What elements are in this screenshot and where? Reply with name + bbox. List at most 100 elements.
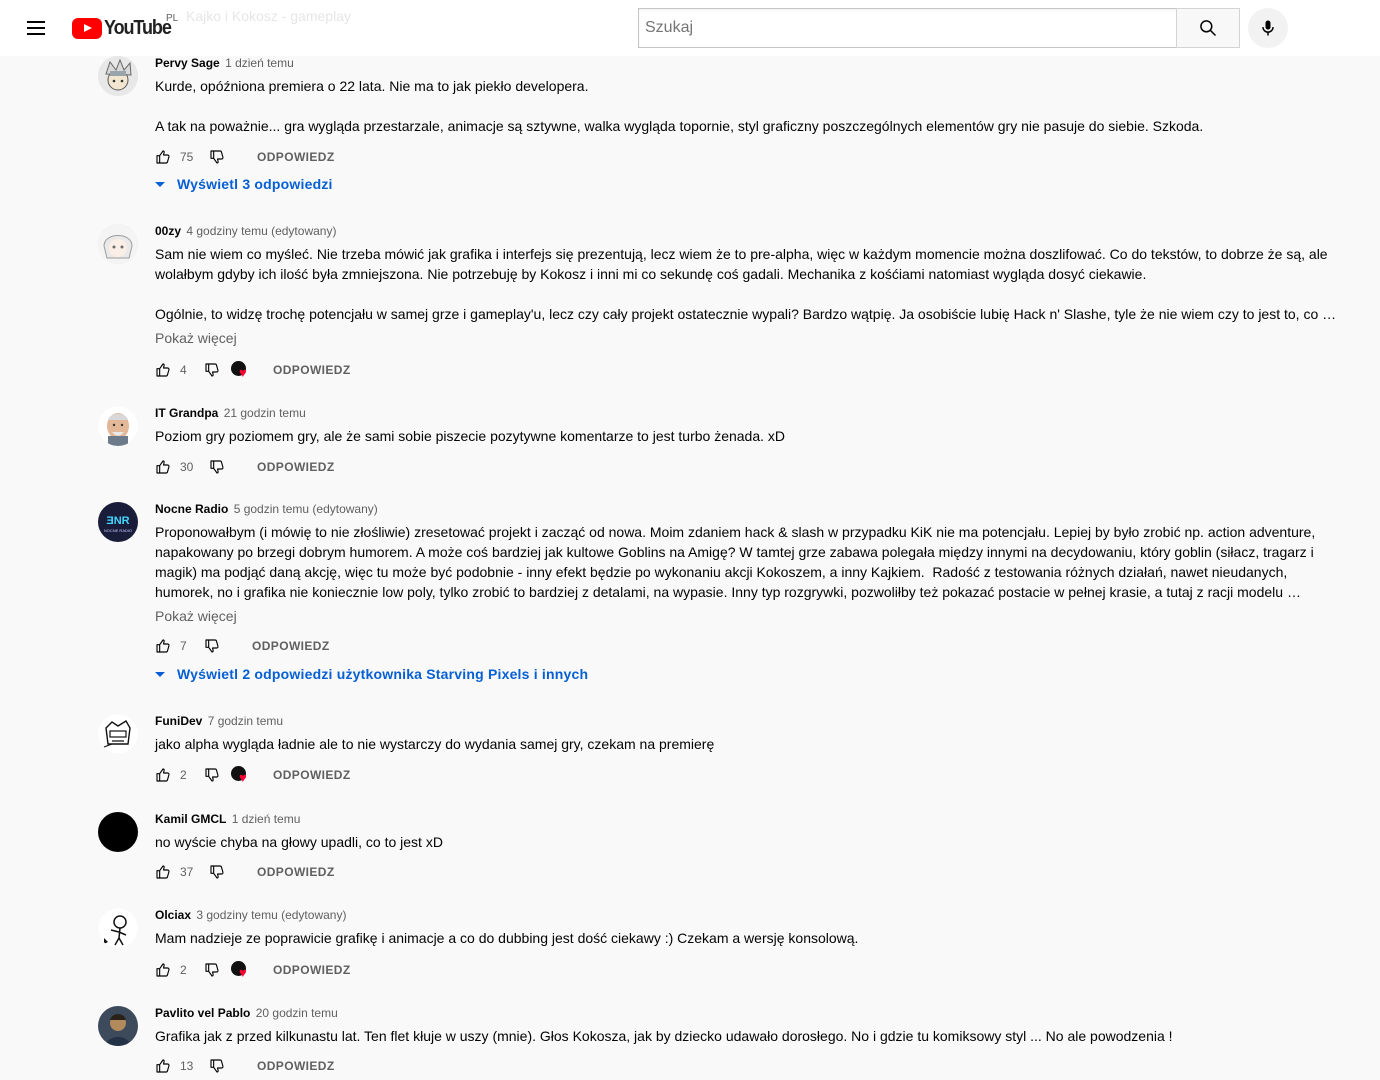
comment-body: Nocne Radio 5 godzin temu (edytowany) Pr…: [155, 502, 1343, 626]
comment-text: Proponowałbym (i mówię to nie złośliwie)…: [155, 524, 1316, 600]
dislike-icon[interactable]: [204, 638, 220, 654]
creator-heart-icon: ♥: [231, 360, 253, 380]
comment-actions: 4 ♥ ODPOWIEDZ: [155, 358, 351, 382]
avatar[interactable]: [98, 56, 138, 96]
microphone-icon: [1262, 20, 1274, 36]
comment-author[interactable]: FuniDev: [155, 714, 202, 728]
like-icon[interactable]: [155, 864, 171, 880]
reply-button[interactable]: ODPOWIEDZ: [252, 639, 330, 653]
avatar[interactable]: [98, 812, 138, 852]
like-icon[interactable]: [155, 638, 171, 654]
comment-author[interactable]: Pavlito vel Pablo: [155, 1006, 250, 1020]
view-replies-label: Wyświetl 2 odpowiedzi użytkownika Starvi…: [177, 666, 589, 682]
hamburger-menu-icon[interactable]: [24, 16, 48, 40]
reply-button[interactable]: ODPOWIEDZ: [257, 1059, 335, 1073]
youtube-logo[interactable]: YouTube: [72, 17, 178, 39]
avatar[interactable]: [98, 406, 138, 446]
comment-author[interactable]: Kamil GMCL: [155, 812, 226, 826]
like-count: 13: [180, 1059, 194, 1073]
like-count: 2: [180, 963, 187, 977]
comment-time[interactable]: 4 godziny temu (edytowany): [186, 224, 336, 238]
like-icon[interactable]: [155, 459, 171, 475]
dislike-icon[interactable]: [209, 459, 225, 475]
comment-time[interactable]: 20 godzin temu: [256, 1006, 338, 1020]
like-count: 4: [180, 363, 187, 377]
comment-time[interactable]: 3 godziny temu (edytowany): [196, 908, 346, 922]
like-icon[interactable]: [155, 962, 171, 978]
search-button[interactable]: [1176, 8, 1240, 48]
reply-button[interactable]: ODPOWIEDZ: [273, 963, 351, 977]
creator-heart-icon: ♥: [231, 765, 253, 785]
like-icon[interactable]: [155, 149, 171, 165]
caret-down-icon: [155, 671, 165, 677]
comment-header: Kamil GMCL 1 dzień temu: [155, 812, 1343, 826]
comment-text: Grafika jak z przed kilkunastu lat. Ten …: [155, 1028, 1173, 1044]
search-icon: [1200, 20, 1217, 37]
dislike-icon[interactable]: [209, 864, 225, 880]
comment-text: Mam nadzieje ze poprawicie grafikę i ani…: [155, 930, 859, 946]
comment-time[interactable]: 1 dzień temu: [225, 56, 294, 70]
comment-text: Poziom gry poziomem gry, ale że sami sob…: [155, 428, 786, 444]
comment-text: Kurde, opóźniona premiera o 22 lata. Nie…: [155, 78, 1204, 134]
like-icon[interactable]: [155, 1058, 171, 1074]
comment-actions: 7 ODPOWIEDZ: [155, 634, 330, 658]
comment-time[interactable]: 21 godzin temu: [224, 406, 306, 420]
comment-time[interactable]: 1 dzień temu: [232, 812, 301, 826]
reply-button[interactable]: ODPOWIEDZ: [257, 865, 335, 879]
like-icon[interactable]: [155, 767, 171, 783]
comment-header: 00zy 4 godziny temu (edytowany): [155, 224, 1343, 238]
avatar[interactable]: [98, 1006, 138, 1046]
comment-author[interactable]: IT Grandpa: [155, 406, 218, 420]
comment-header: Nocne Radio 5 godzin temu (edytowany): [155, 502, 1343, 516]
dislike-icon[interactable]: [209, 1058, 225, 1074]
like-count: 2: [180, 768, 187, 782]
comment-actions: 13 ODPOWIEDZ: [155, 1054, 335, 1078]
comment-time[interactable]: 5 godzin temu (edytowany): [234, 502, 378, 516]
search-box[interactable]: [638, 8, 1177, 48]
comment-body: Kamil GMCL 1 dzień temu no wyście chyba …: [155, 812, 1343, 852]
comment-author[interactable]: Pervy Sage: [155, 56, 220, 70]
avatar[interactable]: [98, 908, 138, 948]
reply-button[interactable]: ODPOWIEDZ: [257, 460, 335, 474]
comment-body: Pavlito vel Pablo 20 godzin temu Grafika…: [155, 1006, 1343, 1046]
comment-author[interactable]: Olciax: [155, 908, 191, 922]
avatar[interactable]: ƎNR NOCNE RADIO: [98, 502, 138, 542]
masthead: YouTube PL Kajko i Kokosz - gameplay: [0, 0, 1380, 56]
like-count: 30: [180, 460, 194, 474]
voice-search-button[interactable]: [1248, 8, 1288, 48]
video-title-ghost: Kajko i Kokosz - gameplay: [186, 8, 351, 24]
reply-button[interactable]: ODPOWIEDZ: [273, 363, 351, 377]
dislike-icon[interactable]: [204, 362, 220, 378]
comment-time[interactable]: 7 godzin temu: [208, 714, 283, 728]
search-input[interactable]: [639, 9, 1177, 47]
like-icon[interactable]: [155, 362, 171, 378]
comment-author[interactable]: 00zy: [155, 224, 181, 238]
show-more-button[interactable]: Pokaż więcej: [155, 328, 237, 348]
like-count: 75: [180, 150, 194, 164]
reply-button[interactable]: ODPOWIEDZ: [257, 150, 335, 164]
dislike-icon[interactable]: [204, 962, 220, 978]
like-count: 7: [180, 639, 187, 653]
comment-actions: 2 ♥ ODPOWIEDZ: [155, 958, 351, 982]
avatar[interactable]: [98, 714, 138, 754]
svg-text:NOCNE RADIO: NOCNE RADIO: [104, 528, 132, 533]
avatar[interactable]: [98, 224, 138, 264]
comment-text: Sam nie wiem co myśleć. Nie trzeba mówić…: [155, 246, 1328, 322]
creator-heart-icon: ♥: [231, 960, 253, 980]
dislike-icon[interactable]: [209, 149, 225, 165]
comment-body: 00zy 4 godziny temu (edytowany) Sam nie …: [155, 224, 1343, 348]
logo-text: YouTube: [104, 16, 172, 39]
show-more-button[interactable]: Pokaż więcej: [155, 606, 237, 626]
comment-actions: 75 ODPOWIEDZ: [155, 145, 335, 169]
dislike-icon[interactable]: [204, 767, 220, 783]
comment-author[interactable]: Nocne Radio: [155, 502, 228, 516]
view-replies-button[interactable]: Wyświetl 2 odpowiedzi użytkownika Starvi…: [155, 666, 588, 682]
comment-header: FuniDev 7 godzin temu: [155, 714, 1343, 728]
comment-actions: 30 ODPOWIEDZ: [155, 455, 335, 479]
like-count: 37: [180, 865, 194, 879]
view-replies-button[interactable]: Wyświetl 3 odpowiedzi: [155, 176, 333, 192]
reply-button[interactable]: ODPOWIEDZ: [273, 768, 351, 782]
comment-body: Olciax 3 godziny temu (edytowany) Mam na…: [155, 908, 1343, 948]
comment-body: FuniDev 7 godzin temu jako alpha wygląda…: [155, 714, 1343, 754]
svg-text:ƎNR: ƎNR: [106, 515, 129, 527]
